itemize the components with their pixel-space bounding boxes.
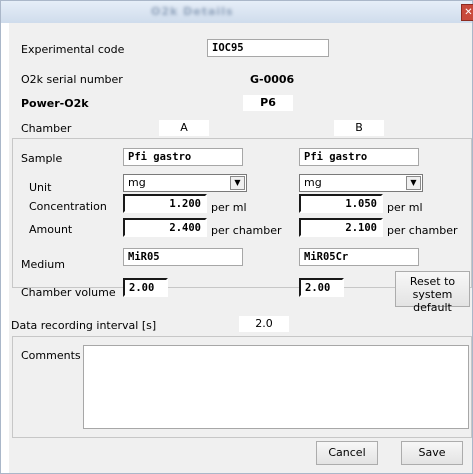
close-icon[interactable]: ✕ (461, 4, 473, 21)
reset-to-default-button[interactable]: Reset to system default (395, 271, 470, 314)
save-button[interactable]: Save (401, 441, 463, 465)
concentration-label: Concentration (29, 200, 107, 213)
sample-label: Sample (21, 152, 63, 165)
interval-value[interactable]: 2.0 (239, 316, 289, 332)
reset-button-line2: system default (412, 288, 453, 314)
experimental-code-input[interactable]: IOC95 (207, 39, 329, 57)
serial-number-value: G-0006 (250, 73, 295, 86)
power-o2k-label: Power-O2k (21, 97, 89, 110)
chamber-label: Chamber (21, 122, 72, 135)
interval-label: Data recording interval [s] (11, 319, 157, 332)
concentration-b-input[interactable]: 1.050 (299, 194, 383, 213)
amount-b-unit: per chamber (387, 224, 458, 237)
chevron-down-icon[interactable]: ▼ (230, 176, 245, 190)
medium-a-input[interactable]: MiR05 (123, 248, 243, 266)
dialog-window: O2k Details ✕ Experimental code IOC95 O2… (0, 0, 473, 474)
unit-a-value: mg (128, 176, 146, 189)
window-title: O2k Details (151, 5, 234, 18)
chamber-volume-label: Chamber volume (21, 286, 116, 299)
unit-a-select[interactable]: mg ▼ (123, 174, 247, 192)
comments-label: Comments (21, 349, 81, 362)
unit-label: Unit (29, 181, 52, 194)
chamber-b-header: B (334, 120, 384, 136)
concentration-b-unit: per ml (387, 201, 423, 214)
unit-b-select[interactable]: mg ▼ (299, 174, 423, 192)
concentration-a-unit: per ml (211, 201, 247, 214)
reset-button-line1: Reset to (409, 275, 456, 288)
chevron-down-icon[interactable]: ▼ (406, 176, 421, 190)
sample-a-input[interactable]: Pfi gastro (123, 148, 243, 166)
amount-a-unit: per chamber (211, 224, 282, 237)
medium-b-input[interactable]: MiR05Cr (299, 248, 419, 266)
comments-textarea[interactable] (83, 345, 469, 429)
experimental-code-label: Experimental code (21, 43, 125, 56)
chamber-volume-a-input[interactable]: 2.00 (123, 278, 168, 297)
title-bar[interactable]: O2k Details ✕ (1, 1, 473, 23)
amount-label: Amount (29, 223, 73, 236)
power-o2k-value: P6 (243, 95, 293, 111)
chamber-a-header: A (159, 120, 209, 136)
amount-b-input[interactable]: 2.100 (299, 218, 383, 237)
chamber-volume-b-input[interactable]: 2.00 (299, 278, 344, 297)
serial-number-label: O2k serial number (21, 73, 123, 86)
medium-label: Medium (21, 258, 65, 271)
concentration-a-input[interactable]: 1.200 (123, 194, 207, 213)
cancel-button[interactable]: Cancel (316, 441, 378, 465)
dialog-body: Experimental code IOC95 O2k serial numbe… (9, 23, 472, 473)
unit-b-value: mg (304, 176, 322, 189)
sample-b-input[interactable]: Pfi gastro (299, 148, 419, 166)
amount-a-input[interactable]: 2.400 (123, 218, 207, 237)
